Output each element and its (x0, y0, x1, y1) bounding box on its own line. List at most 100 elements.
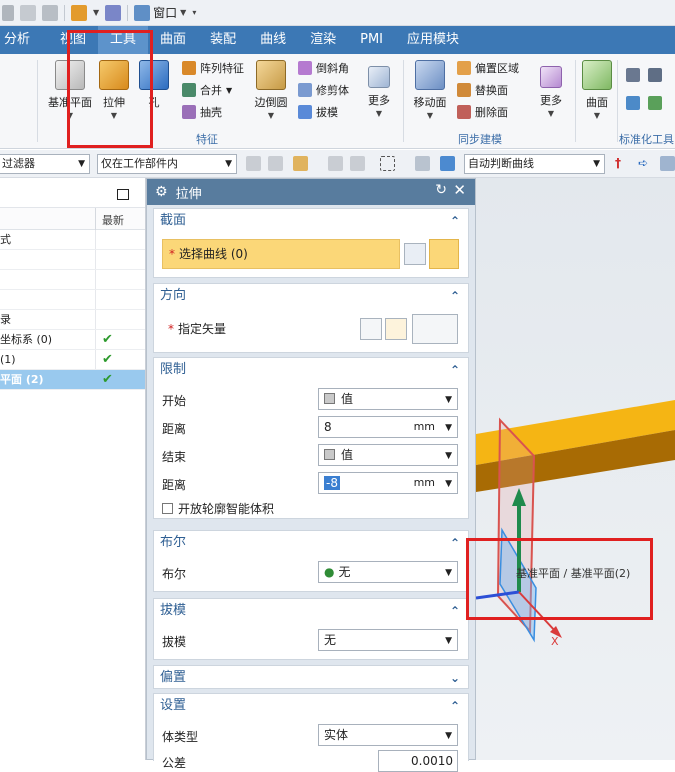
chevron-down-icon: ▼ (226, 85, 233, 95)
offset-region-button[interactable]: 偏置区域 (457, 60, 519, 76)
checkbox-icon[interactable] (162, 503, 173, 514)
tab-surface[interactable]: 曲面 (148, 26, 198, 54)
navigator-row[interactable] (0, 270, 145, 290)
stop-at-intersection-icon[interactable]: † (615, 156, 630, 171)
pattern-feature-button[interactable]: 阵列特征 (182, 60, 244, 76)
vector-dialog-icon[interactable] (385, 318, 407, 340)
reset-icon[interactable]: ↻ (435, 182, 447, 198)
gear-icon[interactable]: ⚙ (155, 184, 168, 200)
offset-header[interactable]: 偏置 ⌄ (154, 666, 468, 690)
open-profile-checkbox[interactable]: 开放轮廓智能体积 (162, 500, 274, 517)
start-type-select[interactable]: 值 ▼ (318, 388, 458, 410)
navigator-row[interactable] (0, 250, 145, 270)
column-divider (95, 350, 96, 369)
snap-icon-4[interactable] (350, 156, 365, 171)
tolerance-input[interactable]: 0.0010 (378, 750, 458, 772)
trim-body-icon (298, 83, 312, 97)
chamfer-button[interactable]: 倒斜角 (298, 60, 349, 76)
curve-rule-select[interactable]: 自动判断曲线 ▼ (464, 154, 605, 174)
limits-header[interactable]: 限制 ⌃ (154, 358, 468, 382)
boolean-select[interactable]: ● 无 ▼ (318, 561, 458, 583)
view-icon-2[interactable] (440, 156, 455, 171)
inferred-vector-select[interactable] (412, 314, 458, 344)
sketch-section-icon[interactable] (404, 243, 426, 265)
type-filter-select[interactable]: 过滤器 ▼ (0, 154, 90, 174)
end-distance-input[interactable]: -8 mm ▼ (318, 472, 458, 494)
more-snap-icon[interactable] (660, 156, 675, 171)
start-distance-input[interactable]: 8 mm ▼ (318, 416, 458, 438)
follow-fillet-icon[interactable]: ➪ (638, 156, 653, 171)
group-divider (617, 60, 618, 142)
draft-select[interactable]: 无 ▼ (318, 629, 458, 651)
standard-tool-icon-1[interactable] (626, 68, 640, 82)
section-header[interactable]: 截面 ⌃ (154, 209, 468, 233)
edge-blend-button[interactable]: 边倒圆 ▼ (251, 60, 291, 120)
move-face-button[interactable]: 移动面 ▼ (412, 60, 448, 120)
curve-select-icon[interactable] (429, 239, 459, 269)
feature-group-label: 特征 (196, 133, 218, 146)
reverse-direction-icon[interactable] (360, 318, 382, 340)
more-button-2[interactable]: 更多 ▼ (536, 62, 566, 118)
navigator-row[interactable] (0, 290, 145, 310)
select-curve-field[interactable]: * 选择曲线 (0) (162, 239, 400, 269)
tab-render[interactable]: 渲染 (298, 26, 348, 54)
view-icon-1[interactable] (415, 156, 430, 171)
tab-application[interactable]: 应用模块 (395, 26, 471, 54)
tab-curve[interactable]: 曲线 (248, 26, 298, 54)
column-divider (95, 290, 96, 309)
column-divider (95, 208, 96, 230)
point-snap-icon[interactable] (293, 156, 308, 171)
more-button-1[interactable]: 更多 ▼ (364, 62, 394, 118)
chevron-down-icon[interactable]: ▼ (445, 474, 452, 494)
tab-analysis[interactable]: 分析 (0, 26, 42, 54)
body-type-select[interactable]: 实体 ▼ (318, 724, 458, 746)
shell-button[interactable]: 抽壳 (182, 104, 222, 120)
settings-panel: 设置 ⌃ 体类型 实体 ▼ 公差 0.0010 (153, 693, 469, 772)
column-latest[interactable]: 最新 (102, 212, 124, 228)
chevron-down-icon[interactable]: ▼ (93, 8, 99, 17)
snap-icon-1[interactable] (246, 156, 261, 171)
navigator-row-datum-plane[interactable]: 平面 (2) ✔ (0, 370, 145, 390)
boolean-header[interactable]: 布尔 ⌃ (154, 531, 468, 555)
customize-icon[interactable]: ▾ (192, 8, 196, 17)
snap-icon-3[interactable] (328, 156, 343, 171)
navigator-row[interactable]: 式 (0, 230, 145, 250)
close-icon[interactable]: ✕ (453, 181, 466, 199)
replace-face-button[interactable]: 替换面 (457, 82, 508, 98)
settings-header[interactable]: 设置 ⌃ (154, 694, 468, 718)
scope-filter-select[interactable]: 仅在工作部件内 ▼ (97, 154, 237, 174)
unite-button[interactable]: 合并 ▼ (182, 82, 232, 98)
copy-icon[interactable] (20, 4, 36, 21)
draft-header[interactable]: 拔模 ⌃ (154, 599, 468, 623)
snap-icon-2[interactable] (268, 156, 283, 171)
cut-icon[interactable] (2, 4, 14, 21)
rectangle-select-icon[interactable] (380, 156, 395, 171)
standard-tool-icon-2[interactable] (648, 68, 662, 82)
chamfer-label: 倒斜角 (316, 62, 349, 75)
paste-icon[interactable] (42, 4, 58, 21)
part-icon[interactable] (71, 4, 87, 21)
navigator-row[interactable]: 录 (0, 310, 145, 330)
trim-body-button[interactable]: 修剪体 (298, 82, 349, 98)
paint-icon[interactable] (105, 4, 122, 21)
tab-pmi[interactable]: PMI (348, 26, 395, 54)
tab-assembly[interactable]: 装配 (198, 26, 248, 54)
graphics-viewport[interactable]: X 基准平面 / 基准平面(2) (476, 178, 675, 760)
chevron-down-icon[interactable]: ▼ (445, 418, 452, 438)
maximize-icon[interactable] (117, 189, 129, 200)
replace-face-label: 替换面 (475, 84, 508, 97)
end-type-select[interactable]: 值 ▼ (318, 444, 458, 466)
draft-button[interactable]: 拔模 (298, 104, 338, 120)
open-profile-label: 开放轮廓智能体积 (178, 502, 275, 516)
navigator-row-csys[interactable]: 坐标系 (0) ✔ (0, 330, 145, 350)
navigator-row-feature[interactable]: (1) ✔ (0, 350, 145, 370)
standard-tool-icon-3[interactable] (626, 96, 640, 110)
surface-button[interactable]: 曲面 ▼ (580, 60, 614, 120)
direction-header[interactable]: 方向 ⌃ (154, 284, 468, 308)
end-type-value: 值 (341, 448, 354, 462)
end-label: 结束 (162, 450, 187, 464)
divider (64, 4, 65, 21)
window-menu[interactable]: 窗口 ▼ (134, 4, 186, 21)
delete-face-button[interactable]: 删除面 (457, 104, 508, 120)
standard-tool-icon-4[interactable] (648, 96, 662, 110)
